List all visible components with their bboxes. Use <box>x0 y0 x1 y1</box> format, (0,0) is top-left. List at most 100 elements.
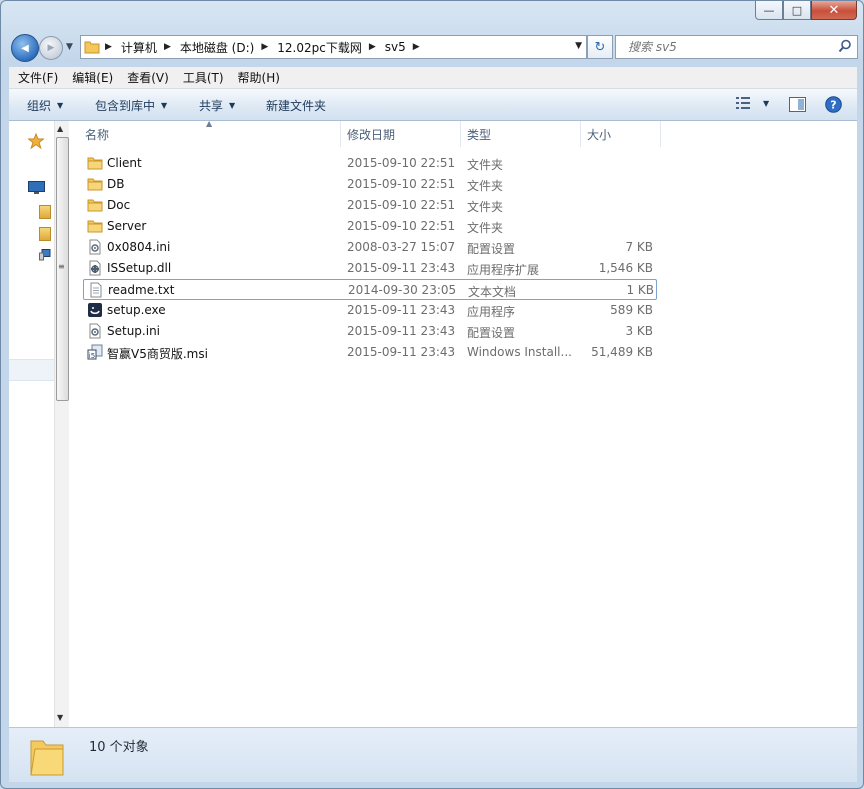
new-folder-button[interactable]: 新建文件夹 <box>266 97 326 114</box>
navigation-pane-selection[interactable] <box>9 359 54 381</box>
view-options-button[interactable]: ▼ <box>735 96 769 110</box>
organize-button[interactable]: 组织 ▼ <box>27 97 63 114</box>
file-type: 配置设置 <box>467 242 516 256</box>
menu-bar: 文件(F) 编辑(E) 查看(V) 工具(T) 帮助(H) <box>9 67 857 89</box>
file-name: Client <box>107 156 142 170</box>
grip-icon: ≡ <box>58 262 65 271</box>
column-header-type[interactable]: 类型 <box>461 121 581 147</box>
status-bar: 10 个对象 <box>9 727 857 782</box>
command-bar: 组织 ▼ 包含到库中 ▼ 共享 ▼ 新建文件夹 ▼ ? <box>9 89 857 121</box>
scroll-up-arrow-icon[interactable]: ▲ <box>57 124 63 133</box>
breadcrumb-download-folder[interactable]: 12.02pc下载网 <box>275 39 364 56</box>
file-size: 3 KB <box>625 324 653 338</box>
folder-icon <box>87 197 103 213</box>
file-modified-date: 2015-09-10 22:51 <box>347 219 456 233</box>
file-modified-date: 2015-09-11 23:43 <box>347 261 456 275</box>
minimize-button[interactable]: — <box>755 1 783 20</box>
file-row[interactable]: Setup.ini 2015-09-11 23:43 配置设置 3 KB <box>83 321 657 342</box>
share-button[interactable]: 共享 ▼ <box>199 97 235 114</box>
search-input[interactable] <box>626 39 830 55</box>
file-type: 文件夹 <box>467 179 504 193</box>
svg-text:?: ? <box>830 99 836 112</box>
breadcrumb-separator-icon[interactable]: ▶ <box>413 42 420 52</box>
file-modified-date: 2015-09-10 22:51 <box>347 156 456 170</box>
chevron-down-icon: ▼ <box>161 101 168 110</box>
chevron-down-icon: ▼ <box>763 98 770 108</box>
recent-pages-dropdown[interactable]: ▼ <box>66 42 73 52</box>
menu-view[interactable]: 查看(V) <box>118 69 174 86</box>
breadcrumb-separator-icon[interactable]: ▶ <box>164 42 171 52</box>
breadcrumb-separator-icon[interactable]: ▶ <box>261 42 268 52</box>
forward-button[interactable]: ▶ <box>39 36 63 60</box>
explorer-window: — □ ✕ ◀ ▶ ▼ ▶ 计算机 ▶ 本地磁盘 (D:) ▶ 12.02pc下… <box>0 0 864 789</box>
address-dropdown-icon[interactable]: ▼ <box>575 41 582 51</box>
computer-icon[interactable] <box>39 249 51 261</box>
libraries-icon[interactable] <box>39 205 51 219</box>
chevron-down-icon: ▼ <box>57 101 64 110</box>
preview-pane-icon[interactable] <box>789 97 806 112</box>
forward-arrow-icon: ▶ <box>47 43 55 53</box>
maximize-button[interactable]: □ <box>783 1 811 20</box>
menu-tools[interactable]: 工具(T) <box>174 69 229 86</box>
close-button[interactable]: ✕ <box>811 1 857 20</box>
folder-icon <box>87 218 103 234</box>
scrollbar-thumb[interactable]: ≡ <box>56 137 69 401</box>
file-row[interactable]: 0x0804.ini 2008-03-27 15:07 配置设置 7 KB <box>83 237 657 258</box>
file-row[interactable]: Client 2015-09-10 22:51 文件夹 <box>83 153 657 174</box>
file-type: 配置设置 <box>467 326 516 340</box>
file-row[interactable]: ISSetup.dll 2015-09-11 23:43 应用程序扩展 1,546 K… <box>83 258 657 279</box>
file-type: 文件夹 <box>467 200 504 214</box>
setup-exe-icon <box>87 302 103 318</box>
menu-help[interactable]: 帮助(H) <box>229 69 285 86</box>
column-header-size[interactable]: 大小 <box>581 121 661 147</box>
chevron-down-icon: ▼ <box>229 101 236 110</box>
file-row[interactable]: Server 2015-09-10 22:51 文件夹 <box>83 216 657 237</box>
file-row[interactable]: i5 智赢V5商贸版.msi 2015-09-11 23:43 Windows Ins… <box>83 342 657 363</box>
favorites-star-icon[interactable] <box>28 133 44 149</box>
column-header-name[interactable]: 名称 ▲ <box>69 119 341 147</box>
file-type: 应用程序 <box>467 305 516 319</box>
column-header-date[interactable]: 修改日期 <box>341 121 461 147</box>
include-in-library-button[interactable]: 包含到库中 ▼ <box>95 97 167 114</box>
column-date-label: 修改日期 <box>347 127 396 142</box>
help-icon[interactable]: ? <box>825 96 842 113</box>
file-row[interactable]: DB 2015-09-10 22:51 文件夹 <box>83 174 657 195</box>
scroll-down-arrow-icon[interactable]: ▼ <box>57 713 63 722</box>
sort-ascending-icon: ▲ <box>206 119 213 128</box>
file-name: ISSetup.dll <box>107 261 172 275</box>
folder-icon <box>87 155 103 171</box>
homegroup-icon[interactable] <box>39 227 51 241</box>
file-modified-date: 2014-09-30 23:05 <box>348 283 457 297</box>
breadcrumb-sv5[interactable]: sv5 <box>383 40 408 54</box>
breadcrumb-separator-icon[interactable]: ▶ <box>369 42 376 52</box>
file-modified-date: 2015-09-10 22:51 <box>347 177 456 191</box>
search-box[interactable] <box>615 35 858 59</box>
dll-file-icon <box>87 260 103 276</box>
refresh-button[interactable]: ↻ <box>587 35 613 59</box>
column-type-label: 类型 <box>467 127 492 142</box>
back-button[interactable]: ◀ <box>11 34 39 62</box>
address-bar[interactable]: ▶ 计算机 ▶ 本地磁盘 (D:) ▶ 12.02pc下载网 ▶ sv5 ▶ ▼ <box>80 35 587 59</box>
file-list: 名称 ▲ 修改日期 类型 大小 Client 2015-09-10 22:51 文件夹… <box>69 119 857 727</box>
file-modified-date: 2015-09-11 23:43 <box>347 345 456 359</box>
menu-edit[interactable]: 编辑(E) <box>63 69 118 86</box>
file-name: Setup.ini <box>107 324 161 338</box>
file-row[interactable]: readme.txt 2014-09-30 23:05 文本文档 1 KB <box>83 279 657 300</box>
breadcrumb-computer[interactable]: 计算机 <box>119 39 159 56</box>
menu-file[interactable]: 文件(F) <box>9 69 63 86</box>
file-size: 51,489 KB <box>591 345 653 359</box>
explorer-body: ▲ ≡ ▼ 名称 ▲ 修改日期 类型 大小 Client 2015-09-10 22… <box>9 119 857 727</box>
search-icon[interactable] <box>838 39 852 53</box>
breadcrumb-local-disk[interactable]: 本地磁盘 (D:) <box>178 39 256 56</box>
file-size: 7 KB <box>625 240 653 254</box>
include-library-label: 包含到库中 <box>95 99 156 113</box>
column-name-label: 名称 <box>85 127 110 142</box>
organize-label: 组织 <box>27 99 52 113</box>
file-row[interactable]: Doc 2015-09-10 22:51 文件夹 <box>83 195 657 216</box>
breadcrumb-separator-icon[interactable]: ▶ <box>105 42 112 52</box>
file-row[interactable]: setup.exe 2015-09-11 23:43 应用程序 589 KB <box>83 300 657 321</box>
back-arrow-icon: ◀ <box>21 42 29 54</box>
navigation-pane <box>9 121 54 727</box>
desktop-icon[interactable] <box>28 181 45 194</box>
file-modified-date: 2008-03-27 15:07 <box>347 240 456 254</box>
